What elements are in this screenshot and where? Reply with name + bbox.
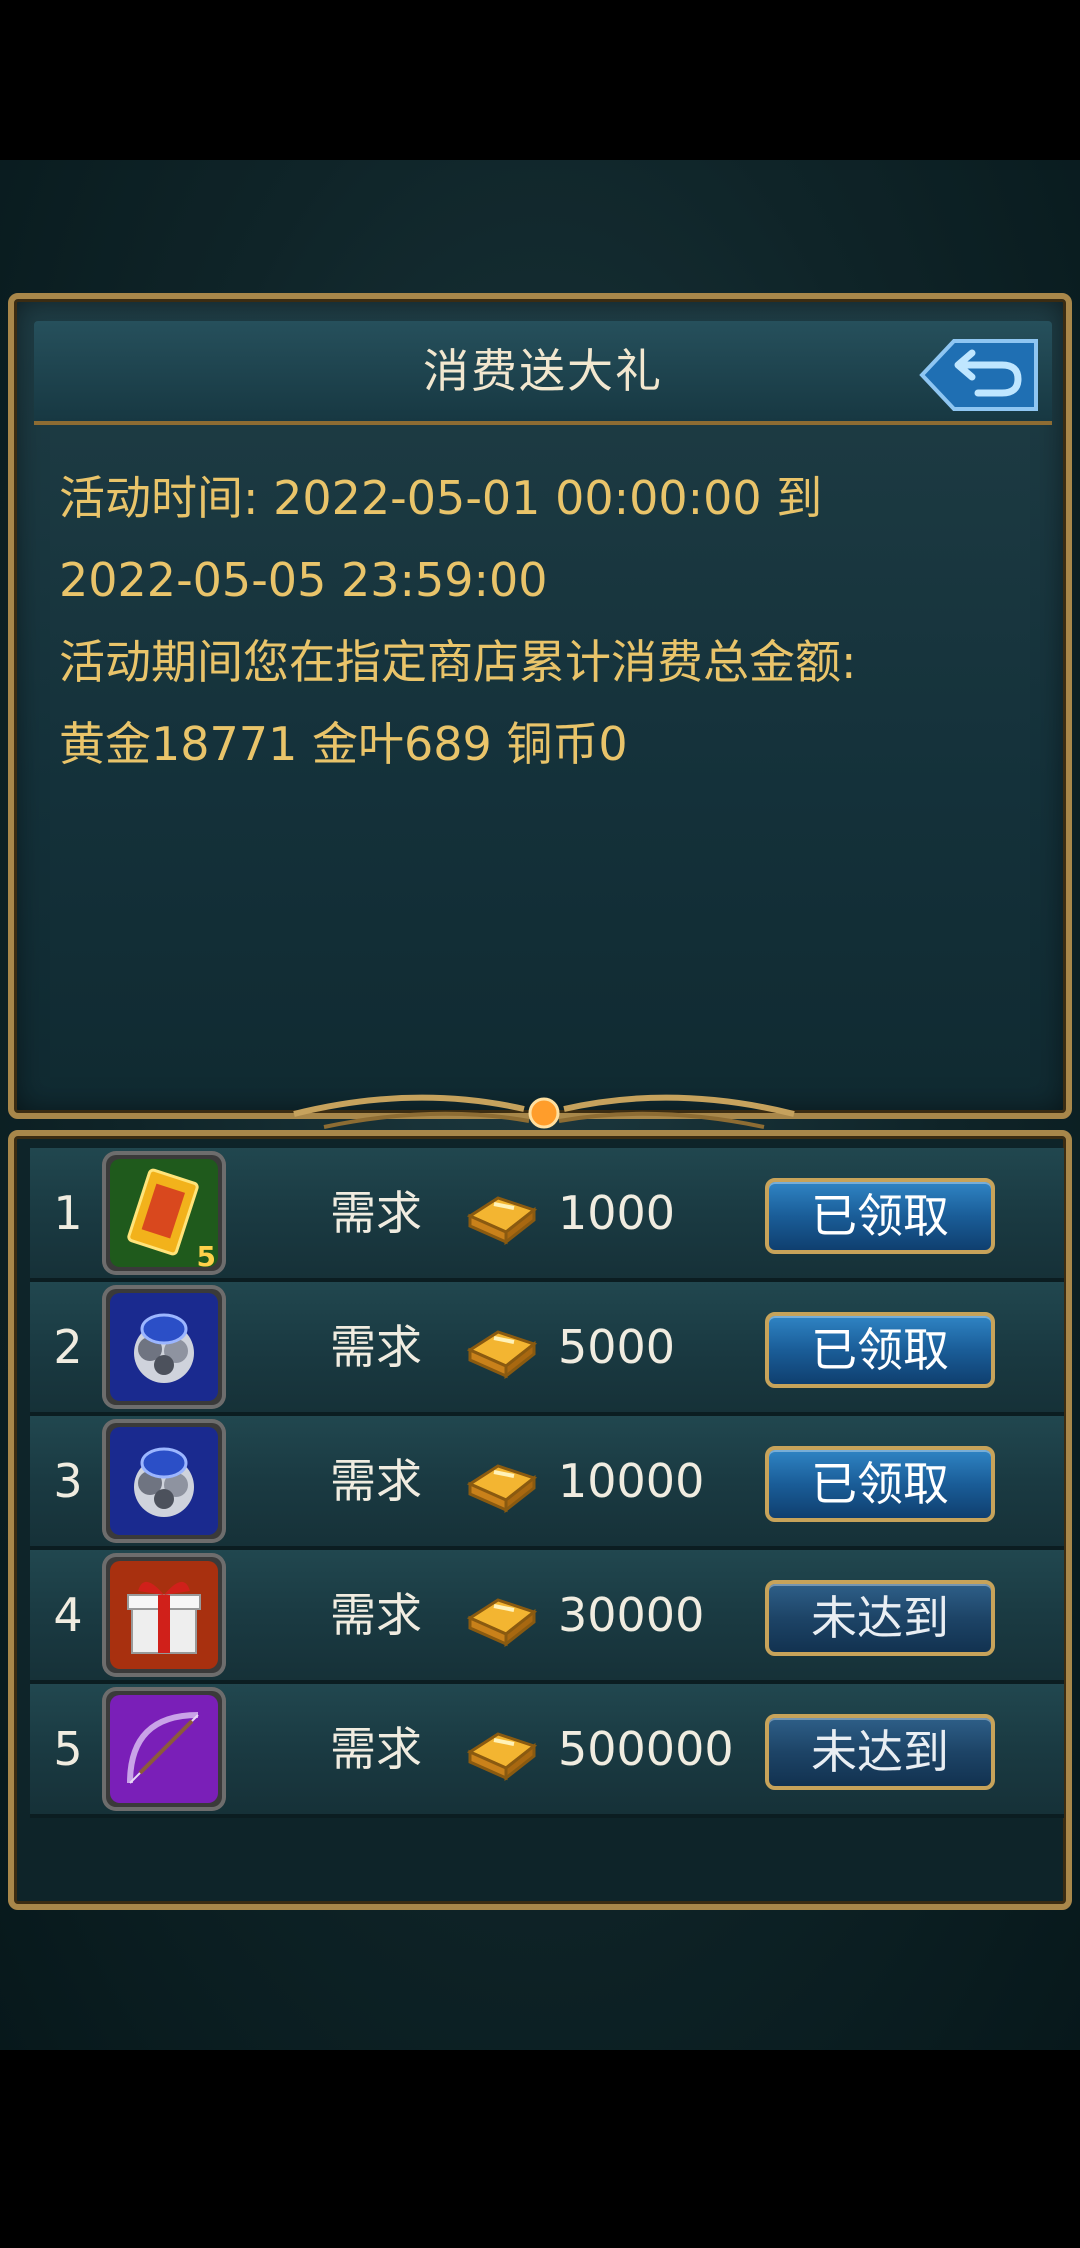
gold-ingot-icon: [466, 1196, 538, 1246]
gold-ingot-icon: [466, 1464, 538, 1514]
spending-totals-line: 黄金18771 金叶689 铜币0: [59, 717, 628, 771]
reward-rank: 5: [53, 1722, 83, 1776]
claim-status-button[interactable]: 已领取: [765, 1312, 995, 1388]
need-label: 需求: [330, 1186, 422, 1240]
claim-status-button[interactable]: 未达到: [765, 1580, 995, 1656]
claim-status-button[interactable]: 未达到: [765, 1714, 995, 1790]
reward-rank: 1: [53, 1186, 83, 1240]
reward-item-slot[interactable]: [102, 1285, 226, 1409]
item-count-badge: 5: [196, 1240, 216, 1273]
frame-ornament: [293, 1094, 795, 1129]
required-amount: 1000: [558, 1186, 676, 1240]
event-description: 活动时间: 2022-05-01 00:00:00 到 2022-05-05 2…: [59, 457, 1049, 785]
required-amount: 30000: [558, 1588, 705, 1642]
title-bar: 消费送大礼: [34, 321, 1052, 425]
gold-ingot-icon: [466, 1732, 538, 1782]
reward-row: 2 需求 5000 已领取: [30, 1282, 1064, 1416]
event-time-end-line: 2022-05-05 23:59:00: [59, 553, 548, 607]
spending-info-line: 活动期间您在指定商店累计消费总金额:: [59, 635, 857, 689]
required-amount: 5000: [558, 1320, 676, 1374]
reward-list-panel: 1 5 需求 1000 已领取 2 需求 5000 已领取 3 需求 10000…: [8, 1130, 1072, 1910]
gold-ingot-icon: [466, 1330, 538, 1380]
gold-ingot-icon: [466, 1598, 538, 1648]
page-title: 消费送大礼: [423, 344, 663, 398]
return-arrow-icon: [919, 339, 1038, 411]
need-label: 需求: [330, 1320, 422, 1374]
gift-box-icon: [110, 1561, 218, 1669]
reward-row: 5 需求 500000 未达到: [30, 1684, 1064, 1818]
required-amount: 500000: [558, 1722, 734, 1776]
reward-row: 1 5 需求 1000 已领取: [30, 1148, 1064, 1282]
gem-cluster-icon: [110, 1293, 218, 1401]
reward-row: 4 需求 30000 未达到: [30, 1550, 1064, 1684]
event-time-line: 活动时间: 2022-05-01 00:00:00 到: [59, 471, 823, 525]
need-label: 需求: [330, 1454, 422, 1508]
reward-rank: 2: [53, 1320, 83, 1374]
required-amount: 10000: [558, 1454, 705, 1508]
need-label: 需求: [330, 1588, 422, 1642]
claim-status-button[interactable]: 已领取: [765, 1178, 995, 1254]
gem-cluster-icon: [110, 1427, 218, 1535]
reward-item-slot[interactable]: [102, 1553, 226, 1677]
reward-row: 3 需求 10000 已领取: [30, 1416, 1064, 1550]
reward-rank: 3: [53, 1454, 83, 1508]
reward-rank: 4: [53, 1588, 83, 1642]
reward-item-slot[interactable]: 5: [102, 1151, 226, 1275]
reward-item-slot[interactable]: [102, 1419, 226, 1543]
back-button[interactable]: [914, 335, 1044, 415]
need-label: 需求: [330, 1722, 422, 1776]
event-info-panel: 消费送大礼 活动时间: 2022-05-01 00:00:00 到 2022-0…: [8, 293, 1072, 1129]
reward-item-slot[interactable]: [102, 1687, 226, 1811]
claim-status-button[interactable]: 已领取: [765, 1446, 995, 1522]
bow-icon: [110, 1695, 218, 1803]
